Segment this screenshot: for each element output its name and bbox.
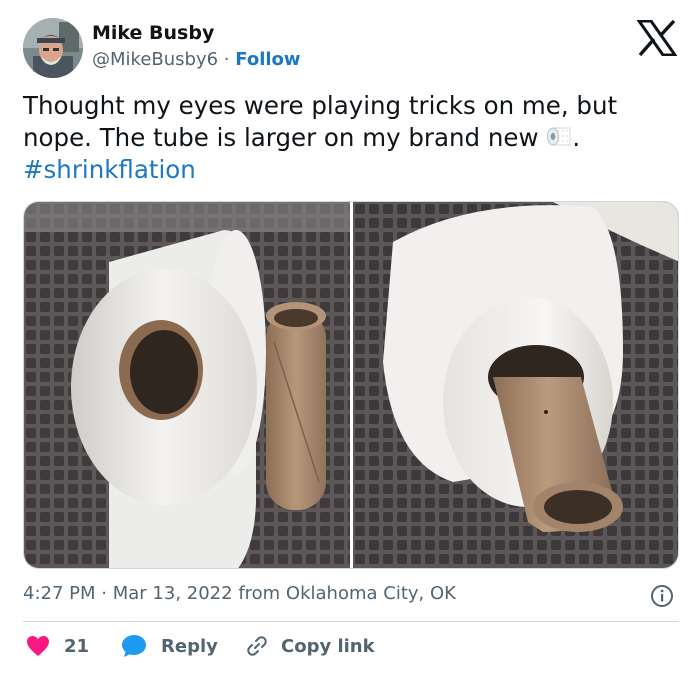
follow-button[interactable]: Follow xyxy=(235,49,300,70)
author-name[interactable]: Mike Busby xyxy=(92,22,214,44)
link-icon xyxy=(247,636,267,656)
like-count: 21 xyxy=(64,635,90,657)
handle-separator: · xyxy=(223,49,230,70)
like-button[interactable]: 21 xyxy=(26,632,89,660)
tweet-time[interactable]: 4:27 PM xyxy=(23,583,96,604)
tweet-text-part2: . xyxy=(572,123,581,152)
avatar[interactable] xyxy=(23,18,83,78)
hashtag-link[interactable]: #shrinkflation xyxy=(23,155,196,184)
divider xyxy=(23,621,679,622)
tweet-card: Mike Busby @MikeBusby6 · Follow Thought … xyxy=(0,0,700,673)
photo-right[interactable] xyxy=(353,202,679,569)
reply-bubble-icon xyxy=(122,635,146,657)
tweet-location: from Oklahoma City, OK xyxy=(238,583,456,604)
x-logo-icon[interactable] xyxy=(637,20,677,56)
reply-button[interactable]: Reply xyxy=(121,632,218,660)
photo-grid xyxy=(23,201,679,569)
copy-link-label: Copy link xyxy=(281,635,375,657)
action-bar: 21 Reply Copy link xyxy=(23,632,679,660)
tweet-text: Thought my eyes were playing tricks on m… xyxy=(23,90,673,186)
toilet-paper-emoji-icon xyxy=(547,127,571,146)
tweet-text-part1: Thought my eyes were playing tricks on m… xyxy=(23,91,618,152)
avatar-photo xyxy=(23,18,83,78)
author-handle-row: @MikeBusby6 · Follow xyxy=(92,49,301,70)
meta-separator: · xyxy=(101,583,107,604)
tweet-meta: 4:27 PM · Mar 13, 2022 from Oklahoma Cit… xyxy=(23,583,456,604)
info-icon[interactable] xyxy=(650,584,674,608)
heart-icon xyxy=(27,636,49,656)
reply-label: Reply xyxy=(161,635,218,657)
author-handle[interactable]: @MikeBusby6 xyxy=(92,49,218,70)
photo-left[interactable] xyxy=(24,202,350,569)
tweet-date[interactable]: Mar 13, 2022 xyxy=(113,583,233,604)
copy-link-button[interactable]: Copy link xyxy=(245,632,375,660)
